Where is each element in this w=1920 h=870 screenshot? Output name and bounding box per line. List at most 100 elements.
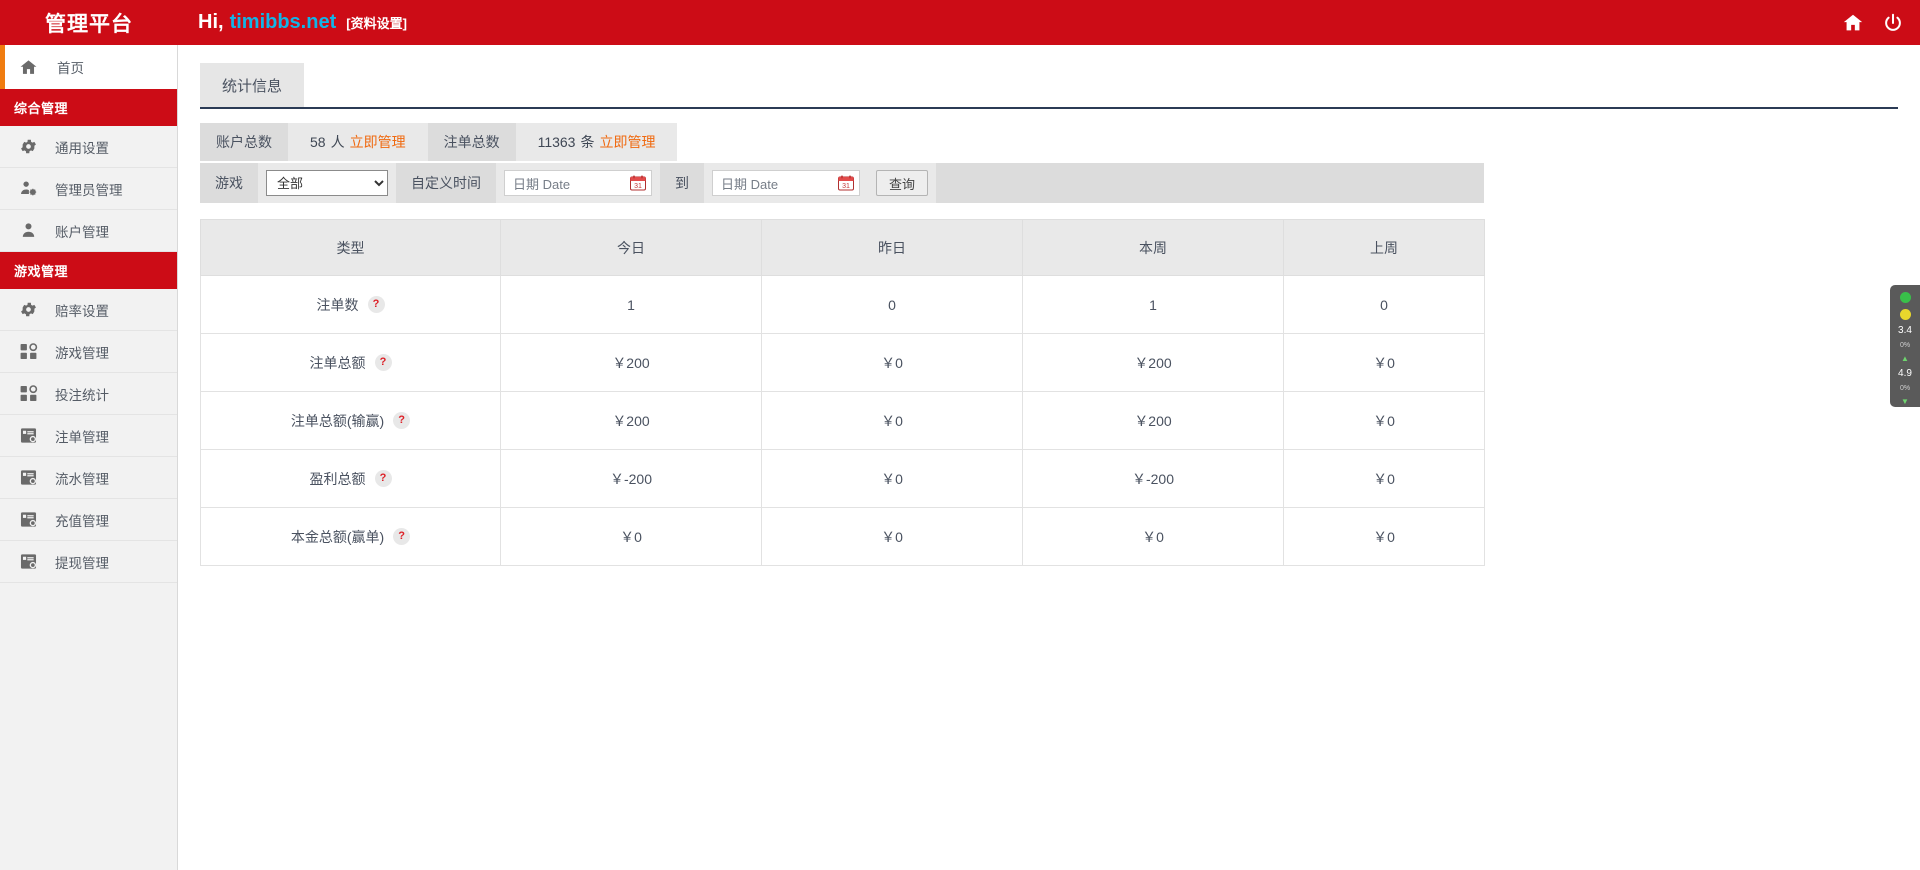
cell-last-week: ￥0 [1284,392,1485,450]
cell-this-week: ￥200 [1023,334,1284,392]
arrow-down-icon: ▼ [1901,398,1909,406]
home-icon [17,56,39,78]
cell-yesterday: ￥0 [762,450,1023,508]
statistics-panel: 账户总数 58 人 立即管理 注单总数 11363 条 立即管理 游戏 全部 自… [200,123,1898,566]
cell-today: 1 [501,276,762,334]
grid-icon [17,341,39,363]
sidebar-item-label: 充值管理 [55,510,109,530]
cell-today: ￥200 [501,392,762,450]
column-header-yesterday: 昨日 [762,220,1023,276]
tab-strip: 统计信息 [200,63,1898,109]
cell-this-week: ￥0 [1023,508,1284,566]
cell-last-week: ￥0 [1284,450,1485,508]
cell-last-week: 0 [1284,276,1485,334]
widget-value-bottom: 4.9 [1898,369,1912,379]
sidebar-item-game-management[interactable]: 游戏管理 [0,331,177,373]
column-header-type: 类型 [201,220,501,276]
sidebar-item-label: 注单管理 [55,426,109,446]
greeting: Hi, timibbs.net [资料设置] [198,11,407,34]
sidebar-item-admin-management[interactable]: 管理员管理 [0,168,177,210]
summary-accounts-unit: 人 [331,132,345,152]
status-dot-green [1900,292,1911,303]
table-row: 盈利总额 ? ￥-200 ￥0 ￥-200 ￥0 [201,450,1485,508]
date-from-placeholder: 日期 Date [513,174,630,193]
gear-icon [17,136,39,158]
sidebar-item-label: 管理员管理 [55,179,123,199]
help-icon[interactable]: ? [375,470,392,487]
date-from-input[interactable]: 日期 Date 31 [504,170,652,196]
user-icon [17,220,39,242]
sidebar-group-title-game: 游戏管理 [0,252,177,289]
sidebar-item-account-management[interactable]: 账户管理 [0,210,177,252]
cell-last-week: ￥0 [1284,334,1485,392]
grid-icon [17,383,39,405]
greeting-hi: Hi, [198,11,224,34]
sidebar-item-bet-statistics[interactable]: 投注统计 [0,373,177,415]
summary-orders-unit: 条 [580,132,594,152]
top-bar: 管理平台 Hi, timibbs.net [资料设置] [0,0,1920,45]
row-type-cell: 盈利总额 ? [201,450,501,508]
profile-settings-link[interactable]: [资料设置] [346,13,407,32]
calendar-icon[interactable]: 31 [630,175,646,191]
table-header-row: 类型 今日 昨日 本周 上周 [201,220,1485,276]
sidebar-item-withdraw-management[interactable]: 提现管理 [0,541,177,583]
table-row: 本金总额(赢单) ? ￥0 ￥0 ￥0 ￥0 [201,508,1485,566]
row-type-label: 注单数 [317,295,359,315]
cell-yesterday: 0 [762,276,1023,334]
help-icon[interactable]: ? [368,296,385,313]
manage-orders-link[interactable]: 立即管理 [599,132,655,152]
power-icon[interactable] [1882,12,1904,34]
summary-value-accounts: 58 人 立即管理 [288,123,428,161]
floating-status-widget[interactable]: 3.4 0% ▲ 4.9 0% ▼ [1890,285,1920,407]
calendar-icon[interactable]: 31 [838,175,854,191]
row-type-cell: 本金总额(赢单) ? [201,508,501,566]
svg-text:31: 31 [634,183,642,190]
cell-this-week: ￥-200 [1023,450,1284,508]
summary-accounts-number: 58 [310,134,326,150]
sidebar-item-general-settings[interactable]: 通用设置 [0,126,177,168]
summary-bar: 账户总数 58 人 立即管理 注单总数 11363 条 立即管理 [200,123,1484,161]
brand-title: 管理平台 [0,0,178,45]
sidebar-item-label: 游戏管理 [55,342,109,362]
status-dot-yellow [1900,309,1911,320]
custom-time-label: 自定义时间 [396,163,496,203]
sidebar-item-odds-settings[interactable]: 赔率设置 [0,289,177,331]
query-button[interactable]: 查询 [876,170,928,196]
sidebar-item-bet-order-management[interactable]: 注单管理 [0,415,177,457]
row-type-label: 注单总额(输赢) [291,411,384,431]
cell-last-week: ￥0 [1284,508,1485,566]
cell-this-week: 1 [1023,276,1284,334]
row-type-cell: 注单总额(输赢) ? [201,392,501,450]
table-row: 注单总额 ? ￥200 ￥0 ￥200 ￥0 [201,334,1485,392]
sidebar-item-recharge-management[interactable]: 充值管理 [0,499,177,541]
document-icon [17,425,39,447]
sidebar-item-label: 首页 [57,57,84,77]
help-icon[interactable]: ? [393,528,410,545]
game-select[interactable]: 全部 [266,170,388,196]
tab-statistics[interactable]: 统计信息 [200,63,304,107]
widget-unit-bottom: 0% [1900,385,1910,392]
document-icon [17,551,39,573]
home-icon[interactable] [1842,12,1864,34]
sidebar-group-title-general: 综合管理 [0,89,177,126]
help-icon[interactable]: ? [375,354,392,371]
summary-key-accounts: 账户总数 [200,123,288,161]
document-icon [17,467,39,489]
cell-today: ￥-200 [501,450,762,508]
row-type-label: 注单总额 [310,353,366,373]
column-header-this-week: 本周 [1023,220,1284,276]
date-to-input[interactable]: 日期 Date 31 [712,170,860,196]
sidebar-item-label: 账户管理 [55,221,109,241]
help-icon[interactable]: ? [393,412,410,429]
row-type-cell: 注单总额 ? [201,334,501,392]
top-bar-actions [1842,12,1920,34]
sidebar-item-home[interactable]: 首页 [0,45,177,89]
sidebar-item-label: 流水管理 [55,468,109,488]
table-row: 注单数 ? 1 0 1 0 [201,276,1485,334]
game-filter-label: 游戏 [200,163,258,203]
sidebar-item-label: 投注统计 [55,384,109,404]
sidebar-item-flow-management[interactable]: 流水管理 [0,457,177,499]
cell-this-week: ￥200 [1023,392,1284,450]
filter-bar: 游戏 全部 自定义时间 日期 Date 31 [200,163,1484,203]
manage-accounts-link[interactable]: 立即管理 [350,132,406,152]
